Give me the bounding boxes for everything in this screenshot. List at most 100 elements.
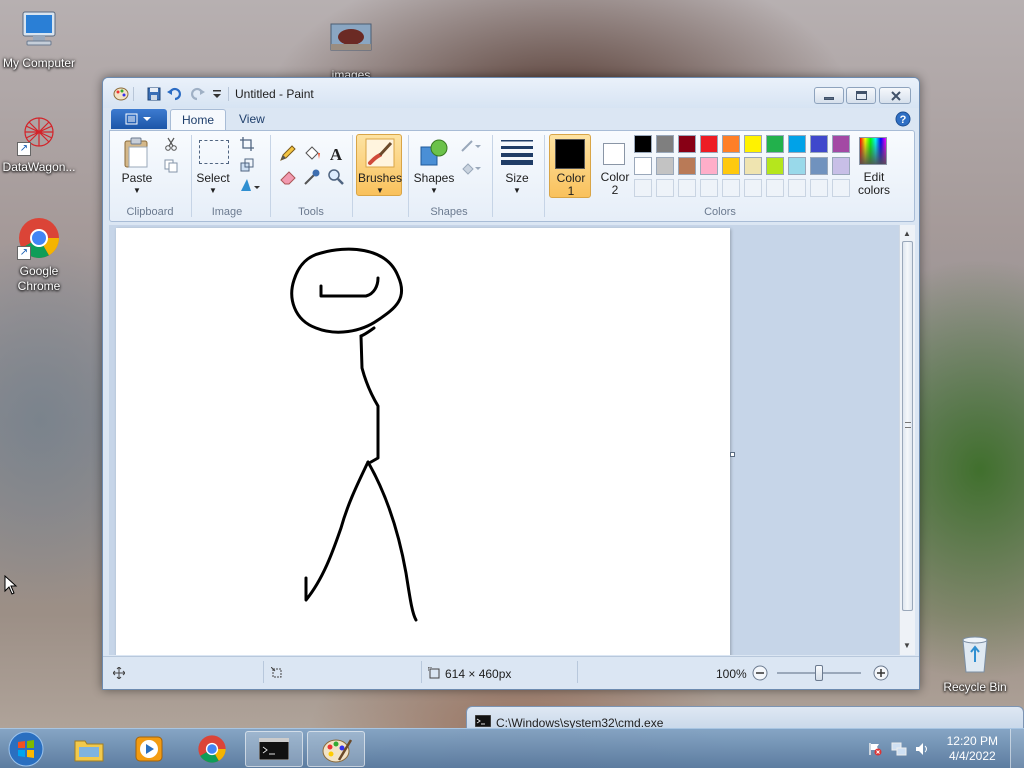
palette-color-swatch[interactable]: [766, 157, 784, 175]
palette-custom-slot[interactable]: [788, 179, 806, 197]
cmd-icon: [259, 738, 289, 760]
fill-icon[interactable]: [460, 161, 482, 175]
color1-button[interactable]: Color 1: [549, 134, 591, 198]
palette-color-swatch[interactable]: [656, 157, 674, 175]
palette-color-swatch[interactable]: [634, 135, 652, 153]
palette-custom-slot[interactable]: [634, 179, 652, 197]
palette-color-swatch[interactable]: [788, 157, 806, 175]
vertical-scrollbar[interactable]: ▲ ▼: [899, 225, 915, 655]
rotate-icon[interactable]: [240, 178, 262, 192]
palette-color-swatch[interactable]: [700, 157, 718, 175]
palette-color-swatch[interactable]: [700, 135, 718, 153]
color-palette: [634, 135, 858, 201]
palette-color-swatch[interactable]: [722, 157, 740, 175]
zoom-slider-thumb[interactable]: [815, 665, 823, 681]
eraser-icon[interactable]: [278, 167, 298, 187]
help-icon[interactable]: ?: [895, 111, 911, 127]
paste-button[interactable]: Paste ▼: [116, 134, 158, 200]
palette-color-swatch[interactable]: [744, 157, 762, 175]
window-title: Untitled - Paint: [235, 87, 314, 101]
palette-custom-slot[interactable]: [722, 179, 740, 197]
taskbar: 12:20 PM 4/4/2022: [0, 728, 1024, 768]
palette-color-swatch[interactable]: [656, 135, 674, 153]
desktop-icon-label: DataWagon...: [2, 160, 76, 174]
clock[interactable]: 12:20 PM 4/4/2022: [947, 734, 998, 764]
desktop-icon-my-computer[interactable]: My Computer: [0, 8, 78, 71]
redo-icon[interactable]: [189, 87, 205, 101]
shapes-button[interactable]: Shapes ▼: [412, 134, 456, 200]
palette-color-swatch[interactable]: [832, 135, 850, 153]
palette-color-swatch[interactable]: [678, 157, 696, 175]
close-button[interactable]: [879, 87, 911, 104]
undo-icon[interactable]: [167, 87, 183, 101]
palette-custom-slot[interactable]: [678, 179, 696, 197]
canvas-resize-handle[interactable]: [730, 452, 735, 457]
zoom-out-icon[interactable]: [752, 665, 768, 681]
file-menu-button[interactable]: [111, 109, 167, 129]
size-button[interactable]: Size ▼: [496, 134, 538, 200]
resize-icon[interactable]: [240, 158, 254, 172]
palette-custom-slot[interactable]: [700, 179, 718, 197]
drawing-canvas[interactable]: [116, 228, 730, 655]
palette-color-swatch[interactable]: [766, 135, 784, 153]
palette-custom-slot[interactable]: [766, 179, 784, 197]
tab-home[interactable]: Home: [170, 109, 227, 130]
scroll-up-icon[interactable]: ▲: [903, 229, 911, 238]
clock-date: 4/4/2022: [948, 749, 996, 763]
text-tool-icon[interactable]: A: [326, 143, 346, 163]
palette-color-swatch[interactable]: [722, 135, 740, 153]
show-desktop-button[interactable]: [1010, 729, 1024, 768]
taskbar-explorer[interactable]: [60, 731, 118, 767]
copy-icon[interactable]: [164, 159, 178, 173]
zoom-level: 100%: [716, 667, 747, 681]
desktop-icon-recycle-bin[interactable]: Recycle Bin: [936, 632, 1014, 695]
datawagon-icon: ↗: [17, 112, 61, 156]
zoom-in-icon[interactable]: [873, 665, 889, 681]
palette-color-swatch[interactable]: [788, 135, 806, 153]
start-button[interactable]: [6, 730, 46, 768]
canvas-workspace: [109, 225, 899, 655]
minimize-button[interactable]: [814, 87, 844, 104]
color1-swatch: [555, 139, 585, 169]
desktop-icon-images[interactable]: images: [312, 20, 390, 83]
taskbar-paint[interactable]: [307, 731, 365, 767]
desktop-icon-datawagon[interactable]: ↗ DataWagon...: [0, 112, 78, 175]
brushes-button[interactable]: Brushes ▼: [356, 134, 402, 196]
palette-custom-slot[interactable]: [832, 179, 850, 197]
desktop-icon-google-chrome[interactable]: ↗ Google Chrome: [0, 216, 78, 294]
cut-icon[interactable]: [164, 137, 178, 151]
cmd-window[interactable]: C:\Windows\system32\cmd.exe: [466, 706, 1024, 730]
maximize-button[interactable]: [846, 87, 876, 104]
paint-app-icon[interactable]: [113, 87, 129, 101]
edit-colors-button[interactable]: Edit colors: [856, 134, 892, 198]
outline-icon[interactable]: [460, 139, 482, 153]
save-icon[interactable]: [146, 87, 162, 101]
taskbar-cmd[interactable]: [245, 731, 303, 767]
network-icon[interactable]: [891, 741, 907, 757]
palette-custom-slot[interactable]: [656, 179, 674, 197]
palette-color-swatch[interactable]: [744, 135, 762, 153]
palette-color-swatch[interactable]: [634, 157, 652, 175]
palette-color-swatch[interactable]: [678, 135, 696, 153]
taskbar-chrome[interactable]: [183, 731, 241, 767]
fill-bucket-icon[interactable]: [302, 143, 322, 163]
magnifier-icon[interactable]: [326, 167, 346, 187]
palette-custom-slot[interactable]: [810, 179, 828, 197]
tab-view[interactable]: View: [228, 109, 276, 130]
title-bar[interactable]: Untitled - Paint: [103, 78, 919, 108]
customize-quick-access-icon[interactable]: [209, 87, 225, 101]
taskbar-media-player[interactable]: [120, 731, 178, 767]
color-picker-icon[interactable]: [302, 167, 322, 187]
crop-icon[interactable]: [240, 137, 254, 151]
palette-color-swatch[interactable]: [810, 135, 828, 153]
palette-color-swatch[interactable]: [832, 157, 850, 175]
color2-button[interactable]: Color 2: [594, 134, 636, 198]
palette-custom-slot[interactable]: [744, 179, 762, 197]
select-button[interactable]: Select ▼: [194, 134, 232, 200]
volume-icon[interactable]: [914, 741, 930, 757]
scrollbar-thumb[interactable]: [902, 241, 913, 611]
scroll-down-icon[interactable]: ▼: [903, 641, 911, 650]
palette-color-swatch[interactable]: [810, 157, 828, 175]
action-center-flag-icon[interactable]: [868, 742, 882, 756]
pencil-icon[interactable]: [278, 143, 298, 163]
